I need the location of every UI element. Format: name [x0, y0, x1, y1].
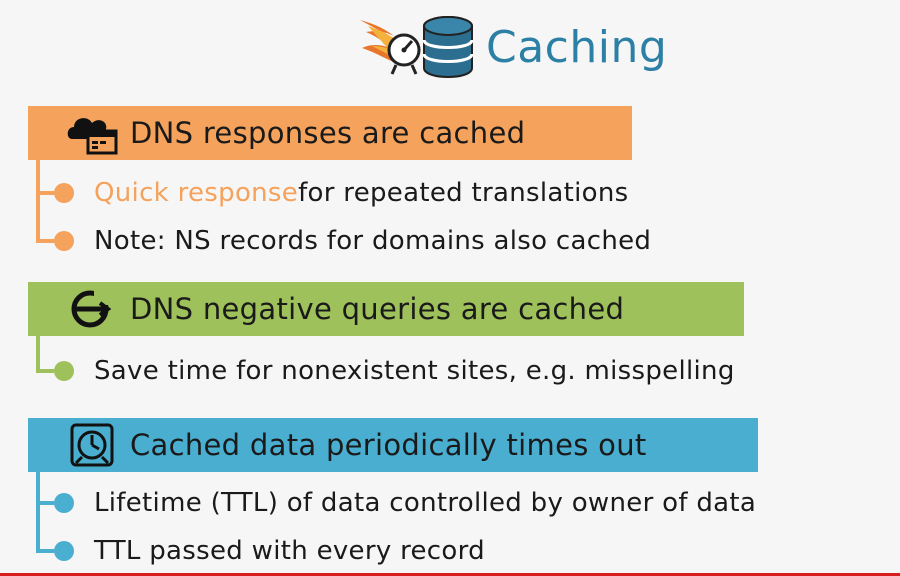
- bullet-text: Lifetime (TTL) of data controlled by own…: [94, 488, 757, 518]
- cloud-browser-icon: [67, 118, 118, 155]
- fast-database-icon: [360, 16, 474, 78]
- timer-icon: [70, 423, 114, 467]
- section-heading-text: DNS responses are cached: [130, 116, 526, 150]
- bullet-dot: [54, 493, 74, 513]
- bullet-text: Save time for nonexistent sites, e.g. mi…: [94, 356, 735, 386]
- bullet-text: Note: NS records for domains also cached: [94, 226, 652, 256]
- title-area: Caching: [358, 14, 667, 80]
- bullet-dot: [54, 361, 74, 381]
- page-title: Caching: [486, 21, 668, 73]
- section-heading-responses: DNS responses are cached: [28, 106, 632, 160]
- list-item: Quick response for repeated translations: [36, 178, 628, 208]
- list-item: Note: NS records for domains also cached: [36, 226, 651, 256]
- section-heading-timeout: Cached data periodically times out: [28, 418, 758, 472]
- highlight-text: Quick response: [94, 178, 299, 208]
- list-item: TTL passed with every record: [36, 536, 485, 566]
- bullet-dot: [54, 183, 74, 203]
- section-heading-text: DNS negative queries are cached: [130, 292, 625, 326]
- bullet-dot: [54, 541, 74, 561]
- bullet-text: for repeated translations: [298, 178, 629, 208]
- section-heading-text: Cached data periodically times out: [130, 428, 647, 462]
- list-item: Lifetime (TTL) of data controlled by own…: [36, 488, 756, 518]
- list-item: Save time for nonexistent sites, e.g. mi…: [36, 356, 735, 386]
- bullet-text: TTL passed with every record: [94, 536, 485, 566]
- bullet-dot: [54, 231, 74, 251]
- section-heading-negative: DNS negative queries are cached: [28, 282, 744, 336]
- negative-query-icon: [71, 290, 112, 328]
